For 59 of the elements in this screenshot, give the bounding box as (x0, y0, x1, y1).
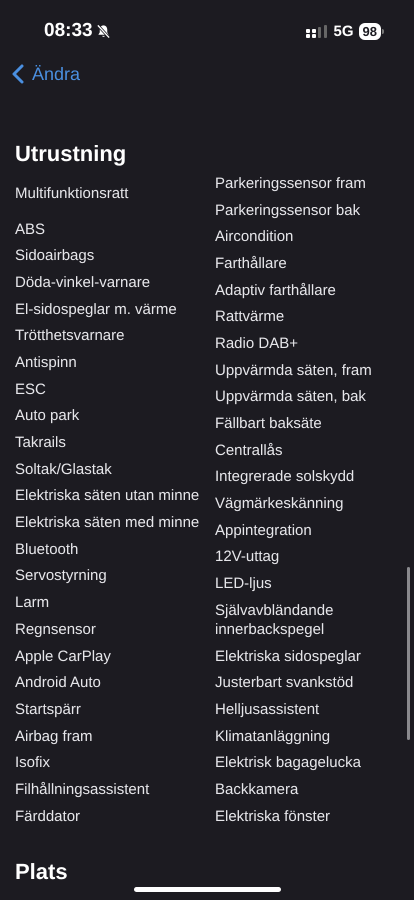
feature-label: Uppvärmda säten, bak (215, 387, 367, 408)
network-label: 5G (334, 22, 354, 40)
feature-label: Isofix (15, 753, 52, 774)
feature-label: Parkeringssensor fram (215, 174, 367, 194)
feature-label: Farthållare (215, 254, 288, 274)
scrollbar[interactable] (407, 567, 410, 740)
feature-label: LED-ljus (215, 574, 273, 594)
feature-label: Android Auto (15, 673, 102, 694)
feature-label: ABS (15, 220, 46, 240)
feature-label: Elektriska säten med minne (15, 513, 200, 534)
section-heading: Plats (15, 858, 68, 886)
feature-label: Auto park (15, 406, 80, 426)
feature-label: Filhållningsassistent (15, 780, 150, 800)
feature-label: Aircondition (215, 227, 294, 248)
feature-label: ESC (15, 380, 47, 400)
feature-label: Färddator (15, 806, 82, 827)
feature-label: Apple CarPlay (15, 646, 112, 667)
feature-label: Parkeringssensor bak (215, 200, 362, 221)
feature-label: Sidoairbags (15, 246, 96, 266)
back-button[interactable]: Ändra (12, 64, 80, 84)
feature-label: Radio DAB+ (215, 334, 299, 354)
feature-label: Larm (15, 593, 50, 614)
feature-label: Takrails (15, 433, 67, 454)
signal-icon (306, 24, 328, 38)
feature-label: Centrallås (215, 440, 284, 461)
feature-label: El-sidospeglar m. värme (15, 300, 178, 320)
feature-label: Elektriska säten utan minne (15, 486, 200, 506)
feature-label: Backkamera (215, 780, 300, 800)
feature-label: Vägmärkeskänning (215, 494, 344, 514)
feature-label: Elektriska fönster (215, 806, 332, 827)
feature-label: 12V-uttag (215, 547, 280, 568)
feature-label: Soltak/Glastak (15, 460, 113, 480)
feature-label: Trötthetsvarnare (15, 326, 126, 346)
feature-label: Regnsensor (15, 620, 97, 640)
battery-level: 98 (358, 22, 381, 40)
feature-label: Integrerade solskydd (215, 467, 356, 488)
feature-label: Airbag fram (15, 726, 94, 747)
feature-label: Bluetooth (15, 540, 80, 560)
clock-time: 08:33 (44, 20, 93, 42)
feature-label: Adaptiv farthållare (215, 280, 337, 301)
muted-bell-icon (96, 23, 111, 39)
feature-label: Döda-vinkel-varnare (15, 272, 152, 293)
feature-label: Klimatanläggning (215, 726, 332, 747)
feature-label: Antispinn (15, 352, 78, 373)
feature-label: Multifunktionsratt (15, 184, 130, 204)
feature-label: Elektriska sidospeglar (215, 646, 362, 667)
feature-label: Uppvärmda säten, fram (215, 360, 373, 381)
feature-label: Helljusassistent (215, 700, 320, 720)
home-indicator[interactable] (134, 887, 281, 892)
feature-label: Självavbländande innerbackspegel (215, 600, 334, 640)
feature-label: Startspärr (15, 700, 82, 720)
feature-label: Fällbart baksäte (215, 414, 323, 434)
section-heading: Utrustning (15, 140, 126, 168)
feature-label: Appintegration (215, 520, 313, 541)
feature-label: Rattvärme (215, 307, 286, 328)
feature-label: Elektrisk bagagelucka (215, 753, 362, 774)
feature-label: Servostyrning (15, 566, 108, 586)
feature-label: Justerbart svankstöd (215, 673, 354, 694)
back-chevron-icon (12, 64, 24, 84)
